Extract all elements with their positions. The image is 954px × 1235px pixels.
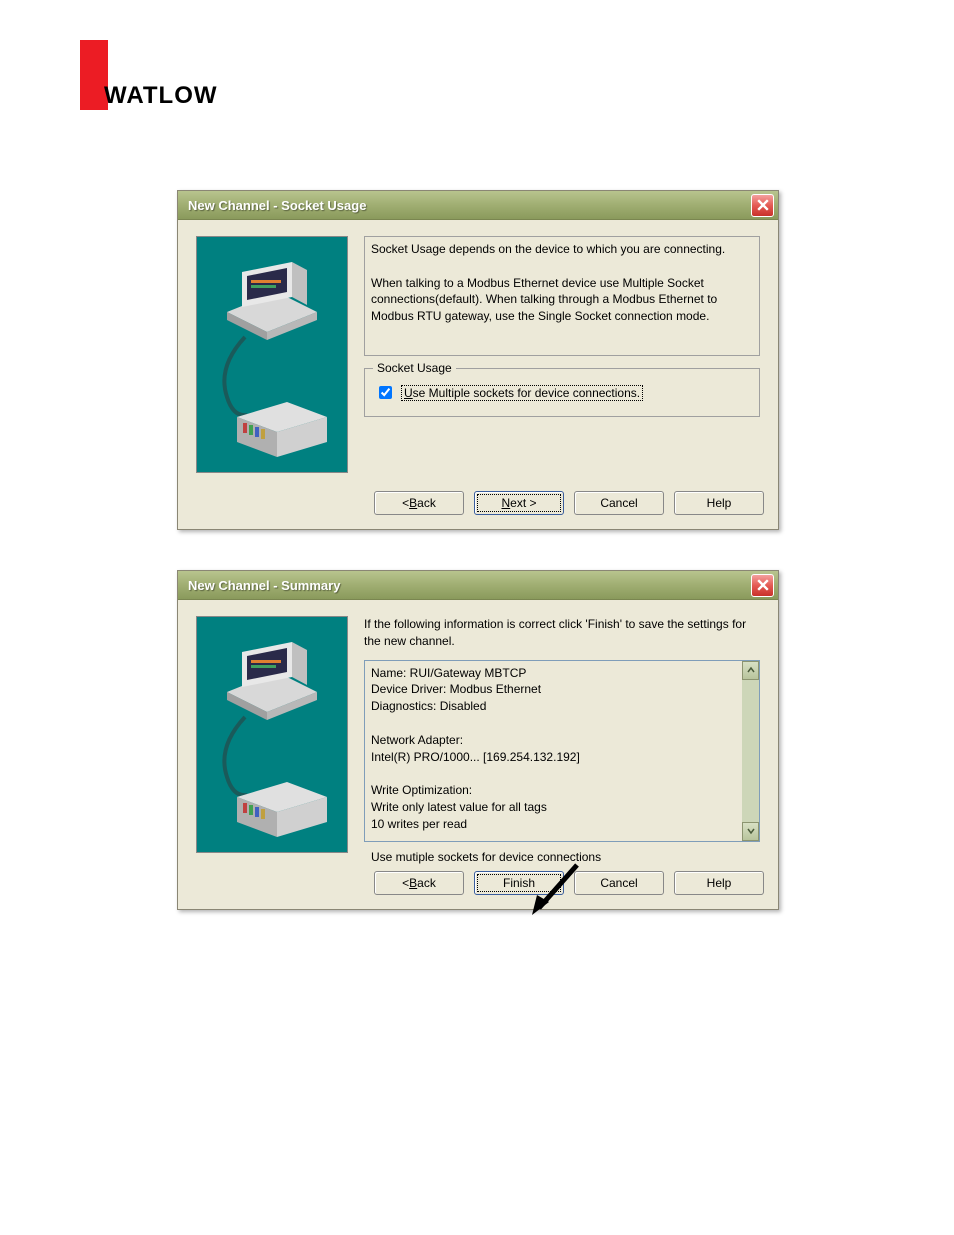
close-icon	[757, 579, 769, 591]
dialog-title: New Channel - Summary	[188, 578, 751, 593]
scroll-down-button[interactable]	[742, 822, 759, 841]
help-button[interactable]: Help	[674, 871, 764, 895]
titlebar: New Channel - Summary	[178, 571, 778, 600]
dialog-title: New Channel - Socket Usage	[188, 198, 751, 213]
chevron-up-icon	[747, 666, 755, 674]
checkbox-label[interactable]: Use Multiple sockets for device connecti…	[401, 385, 643, 401]
cancel-button[interactable]: Cancel	[574, 871, 664, 895]
description-text: Socket Usage depends on the device to wh…	[364, 236, 760, 356]
summary-text: Name: RUI/Gateway MBTCP Device Driver: M…	[365, 661, 742, 841]
wizard-illustration	[196, 236, 348, 473]
scrollbar[interactable]	[742, 661, 759, 841]
finish-button[interactable]: Finish	[474, 871, 564, 895]
close-button[interactable]	[751, 194, 774, 217]
close-button[interactable]	[751, 574, 774, 597]
scrollbar-track[interactable]	[742, 680, 759, 822]
wizard-illustration	[196, 616, 348, 853]
watlow-logo: WATLOW	[80, 40, 874, 110]
summary-scrollbox: Name: RUI/Gateway MBTCP Device Driver: M…	[364, 660, 760, 842]
help-button[interactable]: Help	[674, 491, 764, 515]
back-button[interactable]: < Back	[374, 491, 464, 515]
cancel-button[interactable]: Cancel	[574, 491, 664, 515]
chevron-down-icon	[747, 827, 755, 835]
socket-usage-group: Socket Usage Use Multiple sockets for de…	[364, 368, 760, 417]
titlebar: New Channel - Socket Usage	[178, 191, 778, 220]
logo-text: WATLOW	[104, 82, 218, 110]
dialog-socket-usage: New Channel - Socket Usage	[177, 190, 779, 530]
close-icon	[757, 199, 769, 211]
scroll-up-button[interactable]	[742, 661, 759, 680]
groupbox-label: Socket Usage	[373, 361, 456, 375]
next-button[interactable]: Next >	[474, 491, 564, 515]
back-button[interactable]: < Back	[374, 871, 464, 895]
dialog-summary: New Channel - Summary	[177, 570, 779, 910]
multiple-sockets-checkbox[interactable]	[379, 386, 392, 399]
summary-description: If the following information is correct …	[364, 616, 760, 650]
